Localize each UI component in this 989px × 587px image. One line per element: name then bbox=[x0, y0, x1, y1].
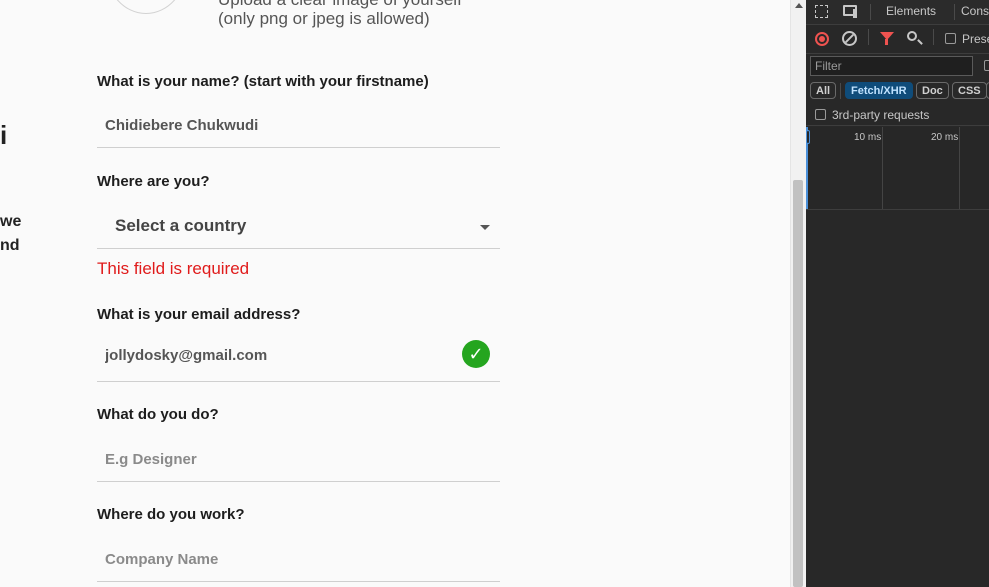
country-field-group: Where are you? Select a country This fie… bbox=[97, 172, 500, 279]
device-toolbar-icon[interactable] bbox=[843, 5, 857, 18]
email-field-group: What is your email address? ✓ bbox=[97, 305, 500, 382]
toolbar-divider bbox=[870, 4, 871, 20]
upload-hint-line1: Upload a clear image of yourself bbox=[218, 0, 462, 9]
timeline-tick-label: 10 ms bbox=[854, 132, 882, 143]
network-toolbar: Prese bbox=[806, 25, 989, 54]
email-input[interactable] bbox=[97, 335, 500, 375]
filter-row bbox=[806, 54, 989, 78]
clear-icon[interactable] bbox=[842, 31, 857, 46]
email-input-wrapper: ✓ bbox=[97, 335, 500, 382]
signup-page: Upload a clear image of yourself (only p… bbox=[0, 0, 790, 587]
page-scrollbar[interactable] bbox=[790, 0, 806, 587]
upload-hint: Upload a clear image of yourself (only p… bbox=[218, 0, 462, 28]
tab-elements[interactable]: Elements bbox=[886, 4, 936, 18]
search-icon[interactable] bbox=[907, 31, 917, 41]
devtools-tab-bar: Elements Cons bbox=[806, 0, 989, 25]
checkmark-icon: ✓ bbox=[462, 340, 490, 368]
occupation-input-wrapper bbox=[97, 439, 500, 482]
avatar-upload[interactable] bbox=[105, 0, 187, 14]
name-label: What is your name? (start with your firs… bbox=[97, 73, 429, 90]
occupation-input[interactable] bbox=[97, 439, 500, 479]
occupation-field-group: What do you do? bbox=[97, 405, 500, 482]
preserve-log-label: Prese bbox=[962, 32, 989, 46]
left-panel-heading-fragment: i bbox=[0, 120, 8, 150]
timeline-tick-label: 20 ms bbox=[931, 132, 959, 143]
email-label: What is your email address? bbox=[97, 306, 301, 323]
country-error-message: This field is required bbox=[97, 259, 250, 278]
name-input[interactable] bbox=[97, 105, 500, 145]
third-party-label: 3rd-party requests bbox=[832, 108, 930, 122]
preserve-log-checkbox[interactable] bbox=[945, 33, 956, 44]
devtools-panel: Elements Cons Prese All Fetch/XHR Doc CS… bbox=[806, 0, 989, 587]
name-input-wrapper bbox=[97, 105, 500, 148]
left-panel-text-fragment-1: we bbox=[0, 213, 22, 230]
upload-hint-line2: (only png or jpeg is allowed) bbox=[218, 9, 430, 28]
record-icon[interactable] bbox=[815, 32, 829, 46]
resource-type-filters: All Fetch/XHR Doc CSS bbox=[806, 80, 989, 102]
third-party-row: 3rd-party requests bbox=[806, 105, 989, 126]
workplace-field-group: Where do you work? bbox=[97, 505, 500, 582]
timeline-gridline bbox=[959, 127, 960, 209]
network-timeline[interactable]: 10 ms 20 ms bbox=[806, 127, 989, 210]
country-select[interactable]: Select a country bbox=[97, 206, 500, 249]
invert-checkbox[interactable] bbox=[984, 60, 989, 71]
left-panel-text-fragment-2: nd bbox=[0, 237, 20, 254]
toolbar-divider bbox=[840, 83, 841, 99]
workplace-input-wrapper bbox=[97, 539, 500, 582]
name-field-group: What is your name? (start with your firs… bbox=[97, 72, 500, 148]
filter-icon[interactable] bbox=[880, 32, 894, 45]
scrollbar-thumb[interactable] bbox=[793, 180, 803, 587]
filter-doc[interactable]: Doc bbox=[916, 82, 949, 99]
filter-fetch-xhr[interactable]: Fetch/XHR bbox=[845, 82, 913, 99]
workplace-label: Where do you work? bbox=[97, 506, 245, 523]
occupation-label: What do you do? bbox=[97, 406, 219, 423]
chevron-down-icon bbox=[480, 225, 490, 230]
tab-console[interactable]: Cons bbox=[961, 4, 989, 18]
filter-all[interactable]: All bbox=[810, 82, 837, 99]
inspect-element-icon[interactable] bbox=[815, 5, 828, 18]
third-party-checkbox[interactable] bbox=[815, 109, 826, 120]
country-label: Where are you? bbox=[97, 173, 210, 190]
workplace-input[interactable] bbox=[97, 539, 500, 579]
network-filter-input[interactable] bbox=[810, 56, 973, 76]
country-select-value: Select a country bbox=[115, 216, 247, 235]
toolbar-divider bbox=[868, 29, 869, 45]
filter-css[interactable]: CSS bbox=[952, 82, 987, 99]
toolbar-divider bbox=[933, 29, 934, 45]
toolbar-divider bbox=[954, 4, 955, 20]
timeline-handle-icon[interactable] bbox=[806, 130, 810, 144]
scroll-up-arrow-icon[interactable] bbox=[795, 3, 803, 8]
timeline-gridline bbox=[882, 127, 883, 209]
